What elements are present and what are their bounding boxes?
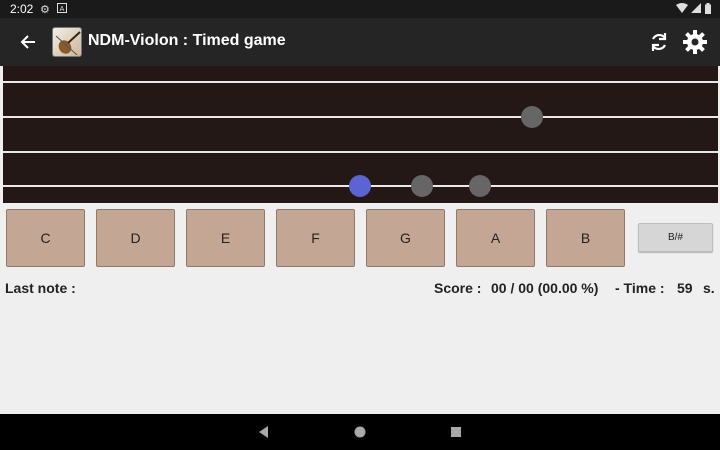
triangle-back-icon <box>255 423 273 441</box>
settings-button[interactable] <box>682 29 708 55</box>
svg-text:A: A <box>60 6 65 13</box>
last-note-label: Last note : <box>5 280 76 296</box>
nav-recents-button[interactable] <box>447 423 465 441</box>
status-time: 2:02 <box>10 2 34 16</box>
refresh-button[interactable] <box>646 29 672 55</box>
back-button[interactable] <box>14 28 42 56</box>
violin-icon <box>52 27 82 57</box>
note-button-c[interactable]: C <box>6 209 85 267</box>
note-button-b[interactable]: B <box>546 209 625 267</box>
square-recents-icon <box>447 423 465 441</box>
refresh-icon <box>646 29 672 55</box>
app-title: NDM-Violon : Timed game <box>88 32 286 49</box>
navigation-bar <box>0 414 720 450</box>
note-marker-dot <box>521 106 543 128</box>
circle-home-icon <box>351 423 369 441</box>
gear-icon: ⚙ <box>40 4 50 16</box>
note-button-a[interactable]: A <box>456 209 535 267</box>
score-value: 00 / 00 (00.00 %) <box>491 280 599 296</box>
string-2 <box>3 116 718 118</box>
time-label: - Time : <box>615 280 665 296</box>
note-marker-dot <box>469 175 491 197</box>
note-marker-dot <box>411 175 433 197</box>
string-1 <box>3 81 718 83</box>
time-value: 59 <box>677 280 693 296</box>
note-button-e[interactable]: E <box>186 209 265 267</box>
arrow-back-icon <box>20 33 36 55</box>
note-buttons: C D E F G A B B/# <box>0 208 720 270</box>
fretboard[interactable] <box>3 66 718 203</box>
nav-home-button[interactable] <box>351 423 369 441</box>
status-bar: 2:02 ⚙ A <box>0 0 720 18</box>
wifi-icon <box>676 3 688 16</box>
a-icon: A <box>57 3 67 16</box>
app-bar: NDM-Violon : Timed game <box>0 18 720 66</box>
settings-icon <box>682 29 708 55</box>
signal-icon <box>691 3 701 16</box>
score-label: Score : <box>434 280 482 296</box>
battery-icon <box>705 3 711 17</box>
string-3 <box>3 151 718 153</box>
note-button-f[interactable]: F <box>276 209 355 267</box>
time-unit: s. <box>703 280 715 296</box>
accidental-toggle-button[interactable]: B/# <box>638 223 713 252</box>
nav-back-button[interactable] <box>255 423 273 441</box>
note-button-g[interactable]: G <box>366 209 445 267</box>
note-button-d[interactable]: D <box>96 209 175 267</box>
current-note-dot <box>349 175 371 197</box>
